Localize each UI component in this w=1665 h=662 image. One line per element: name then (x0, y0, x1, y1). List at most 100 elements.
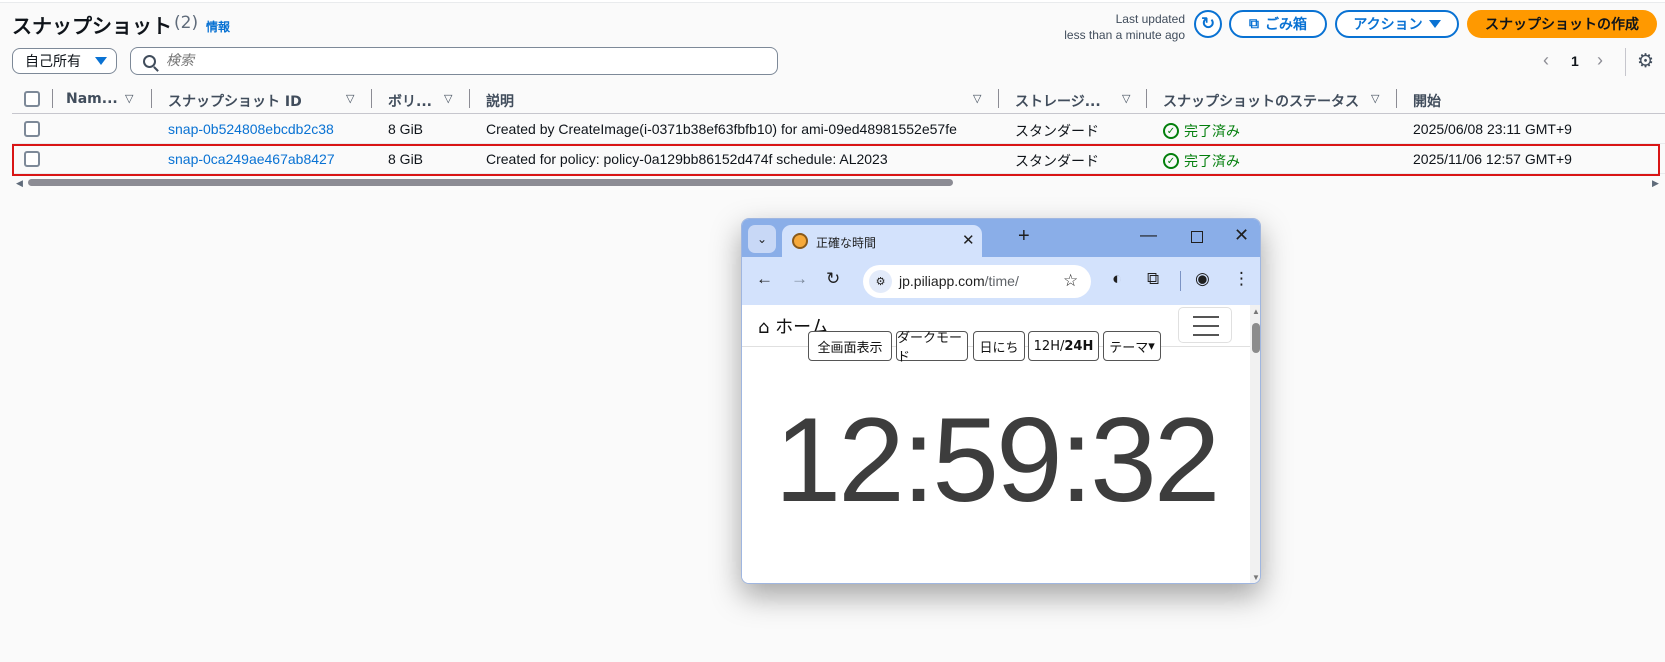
sort-icon[interactable]: ▽ (1122, 92, 1130, 105)
home-icon: ⌂ (758, 317, 770, 338)
column-separator (52, 89, 53, 108)
col-snapshot-id[interactable]: スナップショット ID (168, 91, 302, 111)
owner-filter-select[interactable]: 自己所有 (12, 48, 117, 74)
divider (1625, 48, 1626, 76)
settings-gear-icon[interactable]: ⚙ (1637, 50, 1654, 73)
col-volume[interactable]: ボリ... (388, 91, 432, 111)
sort-icon[interactable]: ▽ (346, 92, 354, 105)
close-window-icon[interactable]: ✕ (1234, 225, 1249, 246)
forward-icon[interactable]: → (791, 269, 808, 289)
new-tab-icon[interactable]: + (1018, 225, 1030, 248)
description: Created by CreateImage(i-0371b38ef63fbfb… (486, 121, 957, 137)
bookmark-star-icon[interactable]: ☆ (1063, 271, 1078, 291)
clock-display: 12:59:32 (774, 393, 1220, 527)
search-icon (143, 54, 156, 68)
col-status[interactable]: スナップショットのステータス (1163, 91, 1359, 111)
search-box[interactable] (130, 47, 778, 75)
pagination-page-1[interactable]: 1 (1571, 53, 1579, 69)
extensions-icon[interactable]: ⧉ (1147, 269, 1159, 289)
chevron-down-icon: ⌄ (756, 232, 768, 246)
table-row[interactable]: snap-0b524808ebcdb2c38 8 GiB Created by … (12, 114, 1665, 144)
scroll-up-icon[interactable]: ▲ (1252, 307, 1260, 316)
column-separator (151, 89, 152, 108)
scroll-right-icon[interactable]: ▶ (1652, 178, 1659, 189)
scroll-down-icon[interactable]: ▼ (1252, 573, 1260, 582)
sort-icon[interactable]: ▽ (444, 92, 452, 105)
pagination-next-button[interactable]: › (1597, 50, 1603, 71)
hour-format-12h: 12H/ (1033, 338, 1065, 354)
sort-icon[interactable]: ▽ (973, 92, 981, 105)
caret-down-icon: ▾ (1148, 338, 1155, 354)
menu-kebab-icon[interactable]: ⋮ (1233, 269, 1250, 289)
theme-label: テーマ (1109, 340, 1149, 356)
started-time: 2025/06/08 23:11 GMT+9 (1413, 121, 1572, 137)
column-separator (998, 89, 999, 108)
last-updated: Last updated less than a minute ago (1005, 11, 1185, 43)
hour-format-24h: 24H (1064, 338, 1094, 354)
col-description[interactable]: 説明 (486, 91, 514, 111)
sort-icon[interactable]: ▽ (1371, 92, 1379, 105)
theme-dropdown[interactable]: テーマ ▾ (1103, 331, 1161, 361)
address-bar[interactable]: ⚙ jp.piliapp.com/time/ ☆ (863, 265, 1091, 298)
select-all-checkbox[interactable] (24, 91, 40, 107)
info-link[interactable]: 情報 (206, 18, 230, 35)
url-path: /time/ (984, 273, 1019, 289)
url-host: jp.piliapp.com (899, 273, 985, 289)
external-link-icon: ⧉ (1249, 16, 1259, 32)
status-label: 完了済み (1184, 124, 1240, 140)
scroll-thumb[interactable] (1252, 323, 1260, 353)
scroll-left-icon[interactable]: ◀ (16, 178, 23, 189)
last-updated-label: Last updated (1115, 12, 1185, 26)
close-tab-icon[interactable]: ✕ (962, 231, 975, 249)
refresh-icon: ↻ (1200, 14, 1216, 33)
recycle-bin-button[interactable]: ⧉ ごみ箱 (1229, 10, 1327, 38)
status: ✓ 完了済み (1163, 121, 1240, 141)
recycle-bin-label: ごみ箱 (1265, 17, 1307, 33)
column-separator (1396, 89, 1397, 108)
maximize-icon[interactable] (1191, 231, 1203, 243)
refresh-button[interactable]: ↻ (1194, 10, 1222, 38)
actions-button[interactable]: アクション (1335, 10, 1459, 38)
sort-icon[interactable]: ▽ (125, 92, 133, 105)
dark-mode-button[interactable]: ダークモード (896, 331, 968, 365)
col-name[interactable]: Nam... (66, 91, 118, 107)
site-settings-icon[interactable]: ⚙ (869, 270, 892, 293)
url-text[interactable]: jp.piliapp.com/time/ (899, 273, 1019, 289)
create-snapshot-button[interactable]: スナップショットの作成 (1467, 10, 1657, 38)
reload-icon[interactable]: ↻ (826, 269, 840, 289)
date-button[interactable]: 日にち (973, 331, 1025, 361)
tab-search-button[interactable]: ⌄ (748, 225, 776, 253)
last-updated-value: less than a minute ago (1064, 28, 1185, 42)
top-border (0, 0, 1665, 3)
web-page: ⌂ ホーム 全画面表示 ダークモード 日にち 12H/24H テーマ ▾ 12:5… (742, 305, 1250, 583)
back-icon[interactable]: ← (756, 269, 773, 289)
row-checkbox[interactable] (24, 121, 40, 137)
hamburger-menu-icon[interactable] (1178, 307, 1232, 343)
browser-window: ⌄ 正確な時間 ✕ + — ✕ ← → ↻ ⚙ jp.piliapp.com/t… (741, 218, 1261, 584)
column-separator (469, 89, 470, 108)
storage-tier: スタンダード (1015, 123, 1099, 139)
tab-strip: ⌄ 正確な時間 ✕ + — ✕ (742, 219, 1260, 257)
col-started[interactable]: 開始 (1413, 91, 1441, 111)
pagination-prev-button[interactable]: ‹ (1543, 50, 1549, 71)
col-storage[interactable]: ストレージ... (1015, 91, 1101, 111)
search-input[interactable] (166, 53, 726, 69)
column-separator (371, 89, 372, 108)
table-header: Nam... ▽ スナップショット ID ▽ ボリ... ▽ 説明 ▽ ストレー… (12, 84, 1665, 114)
actions-label: アクション (1353, 17, 1423, 33)
fullscreen-button[interactable]: 全画面表示 (808, 331, 892, 361)
check-circle-icon: ✓ (1163, 123, 1179, 139)
snapshot-count: (2) (174, 13, 199, 33)
browser-tab[interactable]: 正確な時間 ✕ (782, 225, 982, 257)
owner-filter-value: 自己所有 (25, 54, 81, 70)
hour-format-toggle[interactable]: 12H/24H (1028, 331, 1099, 361)
minimize-icon[interactable]: — (1140, 225, 1157, 245)
password-manager-icon[interactable]: ◐ (1112, 269, 1122, 289)
profile-icon[interactable]: ◉ (1195, 269, 1210, 289)
horizontal-scrollbar[interactable] (28, 179, 953, 186)
snapshot-id-link[interactable]: snap-0b524808ebcdb2c38 (168, 121, 334, 137)
caret-down-icon (1428, 20, 1441, 28)
vertical-scrollbar[interactable]: ▲ ▼ (1250, 305, 1260, 583)
page-title: スナップショット (12, 14, 172, 38)
highlight-frame (12, 144, 1660, 176)
